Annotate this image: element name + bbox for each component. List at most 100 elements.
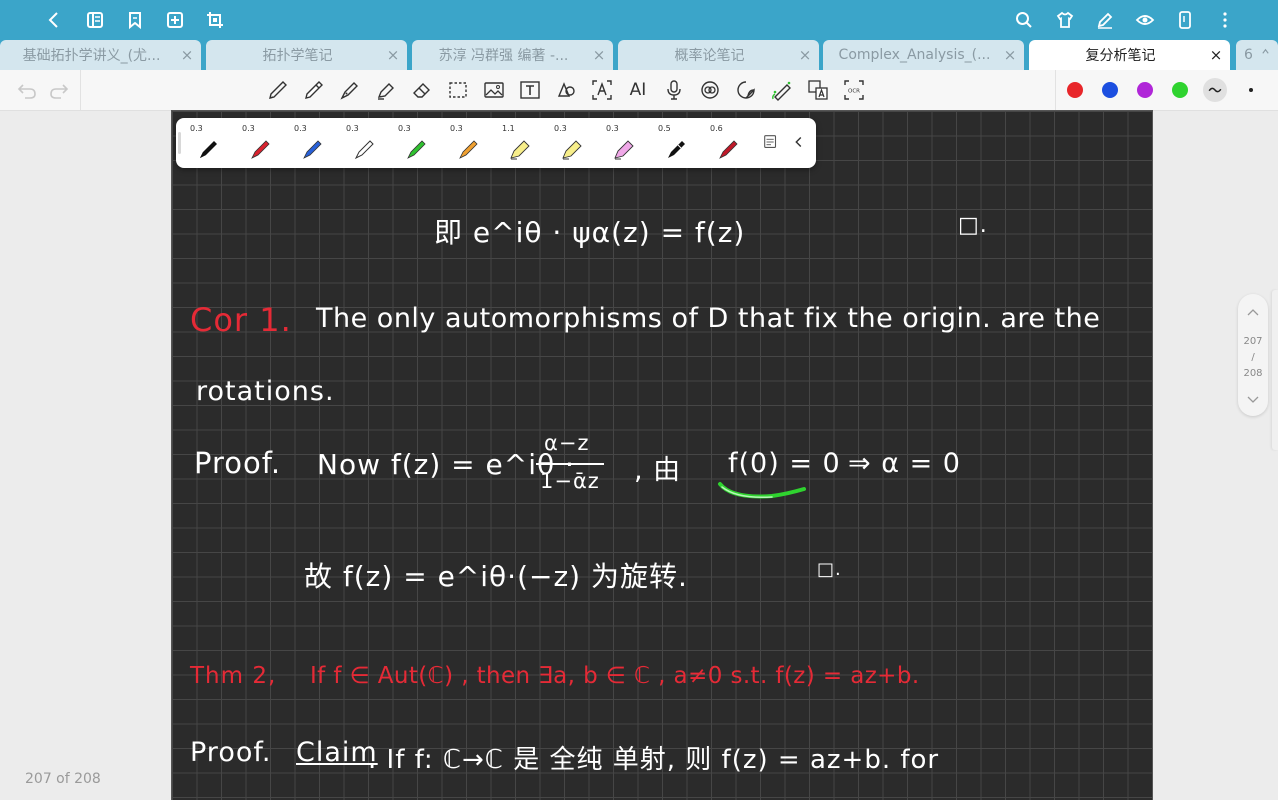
total-pages: 208 [1243,368,1263,379]
drag-handle[interactable] [178,132,181,154]
toolbar-divider [80,70,81,110]
tab-label: 复分析笔记 [1085,48,1156,64]
crop-icon[interactable] [203,8,227,32]
pen-preset-white[interactable]: 0.3 [340,122,386,164]
pen-preset-red[interactable]: 0.3 [236,122,282,164]
highlighter-preset-yellow-wide[interactable]: 1.1 [496,122,542,164]
pen-size: 0.3 [190,124,203,133]
pen-preset-darkred[interactable]: 0.6 [704,122,750,164]
pen-preset-blue[interactable]: 0.3 [288,122,334,164]
current-page: 207 [1243,336,1263,347]
tab-complex-analysis-notes[interactable]: 复分析笔记 × [1029,40,1230,70]
color-blue-swatch[interactable] [1102,82,1118,98]
drawing-toolbar: AI OCR [0,70,1278,111]
ai-icon[interactable]: AI [626,78,650,102]
shape-icon[interactable] [554,78,578,102]
ocr-icon[interactable]: OCR [842,78,866,102]
phone-icon[interactable] [1173,8,1197,32]
tab-label: Complex_Analysis_(... [838,47,991,63]
close-icon[interactable]: × [791,46,819,64]
tab-bar: 基础拓扑学讲义_(尤... × 拓扑学笔记 × 苏淳 冯群强 编著 -... ×… [0,40,1278,70]
page-counter: 207 of 208 [25,771,101,787]
highlighter-preset-pink[interactable]: 0.3 [600,122,646,164]
pen-tip-icon [251,140,270,159]
sticky-note-icon[interactable] [734,78,758,102]
page-down-icon[interactable] [1238,390,1268,410]
eye-icon[interactable] [1133,8,1157,32]
color-green-swatch[interactable] [1172,82,1188,98]
tab-label: 概率论笔记 [674,48,745,64]
text-recognition-icon[interactable] [590,78,614,102]
close-icon[interactable]: × [585,46,613,64]
tab-overview-icon [1262,48,1269,54]
highlighter-tip-icon [614,140,634,160]
pen-preset-orange[interactable]: 0.3 [444,122,490,164]
page-separator: / [1251,352,1255,363]
tab-label: 拓扑学笔记 [262,48,333,64]
bookmark-icon[interactable] [123,8,147,32]
redo-icon[interactable] [47,78,71,102]
green-underline-stroke [718,482,806,499]
close-icon[interactable]: × [379,46,407,64]
top-bar [0,0,1278,40]
pen-preset-green[interactable]: 0.3 [392,122,438,164]
close-icon[interactable]: × [173,46,201,64]
sticker-icon[interactable] [698,78,722,102]
pen-preset-black[interactable]: 0.3 [184,122,230,164]
pen-edit-icon[interactable] [1093,8,1117,32]
tab-topology-notes[interactable]: 拓扑学笔记 × [206,40,407,70]
ocr-label: OCR [848,89,860,95]
add-page-icon[interactable] [163,8,187,32]
pen-settings-icon[interactable] [762,132,782,154]
text-box-icon[interactable] [518,78,542,102]
translate-icon[interactable] [806,78,830,102]
pen-tip-icon [719,140,738,159]
lasso-icon[interactable] [446,78,470,102]
side-panel-handle[interactable] [1272,290,1278,450]
pen-preset-black-bold[interactable]: 0.5 [652,122,698,164]
pen-size: 0.3 [606,124,619,133]
close-icon[interactable]: × [1202,46,1230,64]
pen-size: 0.3 [242,124,255,133]
color-red-swatch[interactable] [1067,82,1083,98]
microphone-icon[interactable] [662,78,686,102]
highlighter-tip-icon [562,140,582,160]
pen-palette: 0.3 0.3 0.3 0.3 0.3 0.3 1.1 0.3 0.3 0.5 … [176,118,816,168]
pen-size: 0.3 [398,124,411,133]
tab-count[interactable]: 6 [1236,40,1278,70]
pen-tip-icon [200,141,217,158]
eraser-icon[interactable] [410,78,434,102]
image-icon[interactable] [482,78,506,102]
pen-icon[interactable] [266,78,290,102]
tab-probability-notes[interactable]: 概率论笔记 × [618,40,819,70]
pen-tip-icon [354,140,374,160]
note-page[interactable]: 即 e^iθ · ψα(z) = f(z) □. Cor 1. The only… [172,111,1152,800]
pencil-icon[interactable] [302,78,326,102]
tab-topology-lectures[interactable]: 基础拓扑学讲义_(尤... × [0,40,201,70]
undo-icon[interactable] [15,78,39,102]
highlighter-preset-yellow[interactable]: 0.3 [548,122,594,164]
tab-probability-book[interactable]: 苏淳 冯群强 编著 -... × [412,40,613,70]
more-icon[interactable] [1213,8,1237,32]
fountain-pen-icon[interactable] [338,78,362,102]
page-up-icon[interactable] [1238,302,1268,322]
page-scroller[interactable]: 207 / 208 [1238,294,1268,416]
shirt-theme-icon[interactable] [1053,8,1077,32]
collapse-chevron-icon[interactable] [790,132,810,154]
page-indicator: 207 / 208 [1238,334,1268,382]
back-icon[interactable] [42,8,66,32]
pen-size: 1.1 [502,124,515,133]
laser-pointer-icon[interactable] [770,78,794,102]
reader-mode-icon[interactable] [83,8,107,32]
color-purple-swatch[interactable] [1137,82,1153,98]
highlighter-icon[interactable] [374,78,398,102]
stroke-dot-icon[interactable] [1239,78,1263,102]
search-icon[interactable] [1012,8,1036,32]
pen-size: 0.3 [450,124,463,133]
pen-tip-icon [459,140,478,159]
tab-complex-analysis-pdf[interactable]: Complex_Analysis_(... × [823,40,1024,70]
stroke-style-icon[interactable] [1203,78,1227,102]
pen-tip-icon [303,140,322,159]
pen-size: 0.3 [554,124,567,133]
close-icon[interactable]: × [996,46,1024,64]
